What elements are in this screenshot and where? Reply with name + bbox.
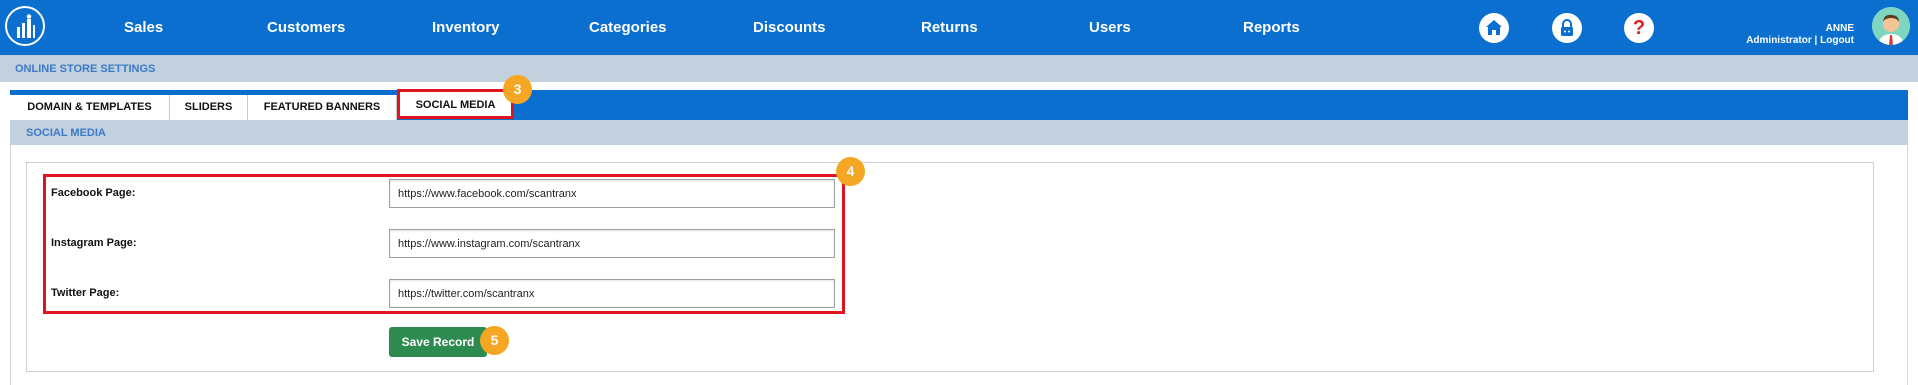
instagram-page-input[interactable] — [389, 229, 835, 258]
panel-header — [10, 120, 1908, 145]
user-avatar[interactable] — [1872, 7, 1910, 45]
lock-icon[interactable] — [1552, 13, 1582, 43]
facebook-label: Facebook Page: — [51, 187, 136, 199]
nav-reports[interactable]: Reports — [1243, 0, 1300, 55]
nav-sales[interactable]: Sales — [124, 0, 163, 55]
help-icon-glyph: ? — [1632, 17, 1646, 39]
tab-domain-templates[interactable]: DOMAIN & TEMPLATES — [10, 95, 170, 120]
tab-sliders[interactable]: SLIDERS — [170, 95, 248, 120]
facebook-page-input[interactable] — [389, 179, 835, 208]
instagram-label: Instagram Page: — [51, 237, 137, 249]
panel-title: SOCIAL MEDIA — [26, 127, 106, 139]
step-badge-3: 3 — [503, 75, 532, 104]
user-role-line: Administrator | Logout — [1746, 35, 1854, 46]
logout-link[interactable]: Logout — [1820, 35, 1854, 46]
save-record-button[interactable]: Save Record — [389, 327, 487, 357]
settings-header: ONLINE STORE SETTINGS — [0, 55, 1918, 82]
nav-inventory[interactable]: Inventory — [432, 0, 500, 55]
twitter-page-input[interactable] — [389, 279, 835, 308]
step-badge-5: 5 — [480, 326, 509, 355]
twitter-label: Twitter Page: — [51, 287, 120, 299]
nav-customers[interactable]: Customers — [267, 0, 345, 55]
top-nav-bar: Sales Customers Inventory Categories Dis… — [0, 0, 1918, 55]
step-badge-4: 4 — [836, 157, 865, 186]
nav-returns[interactable]: Returns — [921, 0, 978, 55]
user-role: Administrator — [1746, 35, 1812, 46]
home-icon[interactable] — [1479, 13, 1509, 43]
tab-social-media[interactable]: SOCIAL MEDIA — [397, 89, 514, 119]
user-name: ANNE — [1825, 23, 1854, 34]
page-title: ONLINE STORE SETTINGS — [15, 63, 156, 75]
nav-discounts[interactable]: Discounts — [753, 0, 826, 55]
user-separator: | — [1811, 35, 1821, 46]
tab-featured-banners[interactable]: FEATURED BANNERS — [248, 95, 397, 120]
nav-users[interactable]: Users — [1089, 0, 1131, 55]
store-logo-icon[interactable] — [5, 6, 45, 46]
nav-categories[interactable]: Categories — [589, 0, 667, 55]
help-icon[interactable]: ? — [1624, 13, 1654, 43]
